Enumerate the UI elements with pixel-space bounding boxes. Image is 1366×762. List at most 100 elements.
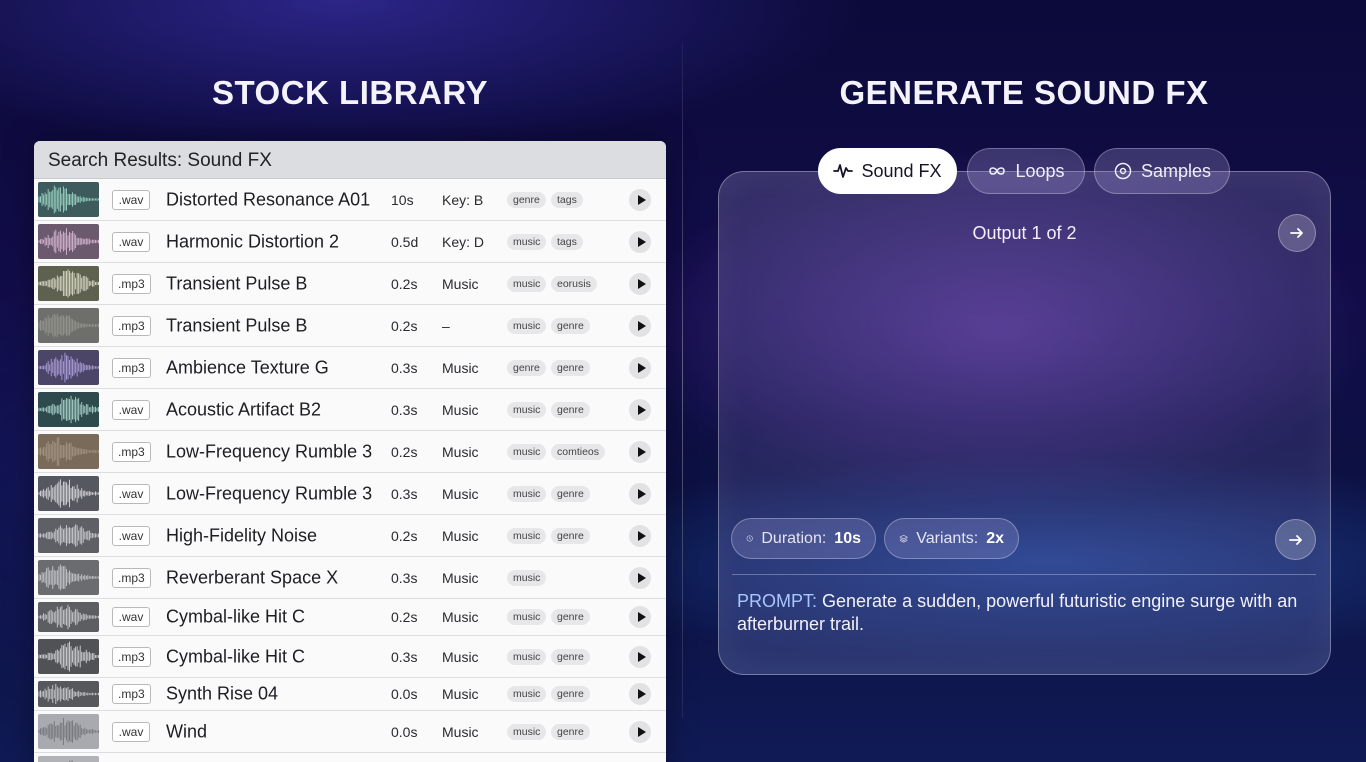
tag-chip[interactable]: tags (551, 233, 583, 250)
tab-sound-fx[interactable]: Sound FX (818, 148, 957, 194)
tag-chip[interactable]: genre (551, 527, 590, 544)
tag-chip[interactable]: music (507, 527, 547, 544)
pulse-icon (833, 164, 854, 178)
sound-duration: 0.3s (391, 359, 418, 376)
play-button[interactable] (629, 272, 651, 295)
sound-meta: Music (442, 485, 479, 502)
tag-chip[interactable]: music (507, 233, 547, 250)
tag-chip[interactable]: music (507, 648, 547, 665)
prompt-body: Generate a sudden, powerful futuristic e… (737, 591, 1298, 634)
disc-icon (1114, 162, 1132, 180)
waveform-thumbnail (38, 350, 99, 385)
tag-chip[interactable]: music (507, 609, 547, 625)
tag-chip[interactable]: genre (551, 648, 590, 665)
sound-meta: Music (442, 686, 479, 702)
next-output-button[interactable] (1278, 214, 1316, 252)
result-row[interactable]: .wav Acoustic Artifact B2 0.3s Music music ge… (34, 389, 666, 431)
tag-chip[interactable]: music (507, 401, 547, 418)
tag-chip[interactable]: genre (507, 359, 546, 376)
play-button[interactable] (629, 524, 651, 547)
waveform-thumbnail (38, 756, 99, 762)
tag-chip[interactable]: tags (551, 191, 583, 208)
file-type-badge: .mp3 (112, 273, 151, 294)
play-button[interactable] (629, 606, 651, 628)
tag-chip[interactable]: genre (551, 609, 590, 625)
tag-chip[interactable]: genre (551, 723, 590, 740)
result-row[interactable]: .mp3 Transient Pulse B 0.2s – music genre (34, 305, 666, 347)
result-row[interactable] (34, 753, 666, 762)
result-row[interactable]: .mp3 Cymbal-like Hit C 0.3s Music music genre (34, 636, 666, 678)
results-list: .wav Distorted Resonance A01 10s Key: B genr… (34, 179, 666, 762)
sound-name: Acoustic Artifact B2 (166, 399, 322, 419)
tag-chip[interactable]: genre (551, 686, 590, 702)
play-button[interactable] (629, 645, 651, 668)
result-row[interactable]: .mp3 Transient Pulse B 0.2s Music music eorus… (34, 263, 666, 305)
result-row[interactable]: .wav Cymbal-like Hit C 0.2s Music music genre (34, 599, 666, 636)
play-button[interactable] (629, 356, 651, 379)
waveform-thumbnail (38, 434, 99, 469)
tab-samples[interactable]: Samples (1094, 148, 1230, 194)
tab-label: Loops (1015, 160, 1065, 181)
sound-duration: 0.2s (391, 317, 418, 334)
tag-chip[interactable]: music (507, 723, 547, 740)
result-row[interactable]: .mp3 Low-Frequency Rumble 3 0.2s Music music… (34, 431, 666, 473)
search-results-header: Search Results: Sound FX (34, 141, 666, 179)
tag-chip[interactable]: comtieos (551, 443, 606, 460)
sound-meta: – (442, 317, 450, 334)
tab-loops[interactable]: Loops (967, 148, 1085, 194)
tag-chip[interactable]: music (507, 443, 547, 460)
sound-duration: 0.3s (391, 569, 418, 586)
play-button[interactable] (629, 720, 651, 743)
result-row[interactable]: .wav Low-Frequency Rumble 3 0.3s Music music… (34, 473, 666, 515)
tag-chip[interactable]: eorusis (551, 275, 597, 292)
variants-selector[interactable]: Variants: 2x (884, 518, 1019, 559)
file-type-badge: .wav (112, 525, 150, 546)
sound-meta: Music (442, 527, 479, 544)
play-button[interactable] (629, 482, 651, 505)
play-button[interactable] (629, 566, 651, 589)
arrow-right-icon (1290, 228, 1303, 238)
tag-chip[interactable]: music (507, 686, 547, 702)
play-button[interactable] (629, 398, 651, 421)
tag-chip[interactable]: genre (551, 401, 590, 418)
tag-chip[interactable]: music (507, 485, 547, 502)
result-row[interactable]: .wav Harmonic Distortion 2 0.5d Key: D music… (34, 221, 666, 263)
tag-chip[interactable]: genre (507, 191, 546, 208)
tab-label: Samples (1140, 160, 1212, 181)
tag-chip[interactable]: music (507, 275, 547, 292)
play-button[interactable] (629, 230, 651, 253)
tag-chip[interactable]: music (507, 569, 547, 586)
sound-meta: Music (442, 401, 479, 418)
play-button[interactable] (629, 683, 651, 705)
play-button[interactable] (629, 314, 651, 337)
file-type-badge: .mp3 (112, 315, 151, 336)
sound-meta: Music (442, 723, 479, 740)
result-row[interactable]: .wav Wind 0.0s Music music genre (34, 711, 666, 753)
file-type-badge: .wav (112, 721, 150, 742)
prompt-prefix: PROMPT: (737, 591, 818, 611)
waveform-thumbnail (38, 392, 99, 427)
prompt-text[interactable]: PROMPT: Generate a sudden, powerful futu… (737, 590, 1307, 636)
stock-library-panel: Search Results: Sound FX .wav Distorted R… (34, 141, 666, 762)
tag-chip[interactable]: genre (551, 359, 590, 376)
sound-name: Cymbal-like Hit C (166, 646, 306, 666)
play-button[interactable] (629, 188, 651, 211)
waveform-thumbnail (38, 518, 99, 553)
result-row[interactable]: .mp3 Synth Rise 04 0.0s Music music genre (34, 678, 666, 711)
play-button[interactable] (629, 440, 651, 463)
file-type-badge: .mp3 (112, 441, 151, 462)
tag-chip[interactable]: genre (551, 485, 590, 502)
panel-divider (682, 42, 683, 718)
waveform-thumbnail (38, 602, 99, 632)
result-row[interactable]: .wav High-Fidelity Noise 0.2s Music music gen… (34, 515, 666, 557)
result-row[interactable]: .wav Distorted Resonance A01 10s Key: B genr… (34, 179, 666, 221)
result-row[interactable]: .mp3 Ambience Texture G 0.3s Music genre genr… (34, 347, 666, 389)
tag-chip[interactable]: music (507, 317, 547, 334)
result-row[interactable]: .mp3 Reverberant Space X 0.3s Music music (34, 557, 666, 599)
tag-chip[interactable]: genre (551, 317, 590, 334)
generate-submit-button[interactable] (1275, 519, 1316, 560)
duration-selector[interactable]: Duration: 10s (731, 518, 876, 559)
file-type-badge: .wav (112, 189, 150, 210)
sound-meta: Key: B (442, 191, 484, 208)
sound-meta: Key: D (442, 233, 485, 250)
